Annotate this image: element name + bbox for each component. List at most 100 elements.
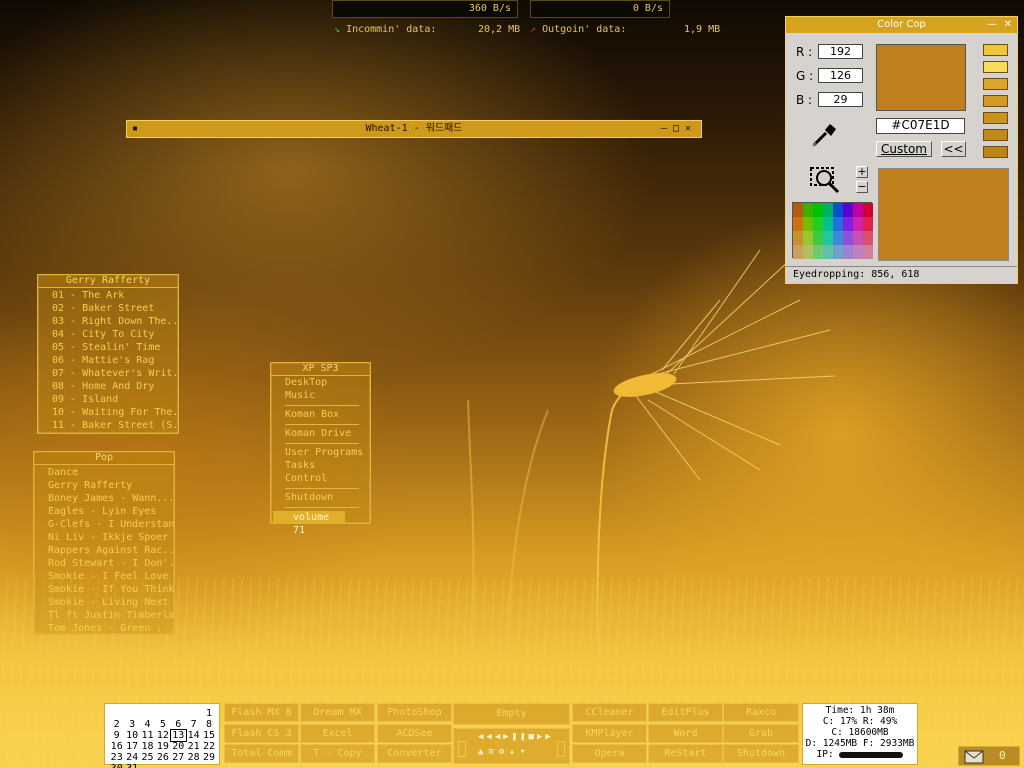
calendar-day[interactable]: 22 [201, 741, 216, 752]
eject-icon[interactable]: ▲ [478, 747, 488, 757]
playlist-entry[interactable]: Rappers Against Rac... [34, 544, 174, 557]
menu-item-koman-drive[interactable]: Koman Drive [271, 427, 370, 440]
calendar-day[interactable]: 1 [201, 708, 216, 719]
menu-item-koman-box[interactable]: Koman Box [271, 408, 370, 421]
volume-down-icon[interactable]: ▾ [520, 747, 530, 757]
palette-cell[interactable] [863, 245, 873, 259]
red-field[interactable]: 192 [818, 44, 863, 59]
calendar-day[interactable]: 30 [109, 763, 124, 768]
calendar-day[interactable]: 28 [186, 752, 201, 763]
playlist-track[interactable]: 05 - Stealin' Time [38, 341, 178, 354]
launcher-button[interactable]: Word [648, 723, 723, 743]
calendar-day[interactable] [186, 763, 201, 768]
palette-cell[interactable] [843, 231, 853, 245]
palette-cell[interactable] [833, 231, 843, 245]
palette-cell[interactable] [813, 245, 823, 259]
calendar-day[interactable] [201, 763, 216, 768]
launcher-button[interactable]: Opera [572, 744, 647, 763]
calendar-day[interactable]: 6 [171, 719, 186, 730]
palette-cell[interactable] [843, 203, 853, 217]
calendar-day[interactable]: 21 [186, 741, 201, 752]
playlist-icon[interactable]: ≡ [488, 747, 498, 757]
launcher-button[interactable]: KMPlayer [572, 723, 647, 743]
calendar-day[interactable] [140, 763, 155, 768]
palette-cell[interactable] [843, 217, 853, 231]
calendar-day[interactable]: 18 [140, 741, 155, 752]
palette-cell[interactable] [793, 245, 803, 259]
playlist-entry[interactable]: Dance [34, 466, 174, 479]
launcher-button[interactable]: Dream MX [300, 703, 375, 722]
calendar-day[interactable]: 3 [124, 719, 139, 730]
calendar-day[interactable]: 8 [201, 719, 216, 730]
palette-cell[interactable] [853, 231, 863, 245]
palette-cell[interactable] [813, 203, 823, 217]
maximize-icon[interactable]: □ [673, 123, 685, 134]
playlist-entry[interactable]: Tom Jones - Green ... [34, 622, 174, 635]
calendar-day[interactable] [171, 708, 186, 719]
calendar-day[interactable]: 2 [109, 719, 124, 730]
history-swatch[interactable] [983, 44, 1008, 56]
launcher-button[interactable]: Shutdown [723, 744, 799, 763]
playlist-track[interactable]: 01 - The Ark [38, 289, 178, 302]
palette-cell[interactable] [803, 203, 813, 217]
pause-icon[interactable]: ❚❚ [512, 732, 529, 742]
calendar-day[interactable] [124, 708, 139, 719]
playlist-entry[interactable]: Gerry Rafferty [34, 479, 174, 492]
playlist-entry[interactable]: Smokie - If You Think... [34, 583, 174, 596]
playlist-entry[interactable]: Ni Liv - Ikkje Spoer [34, 531, 174, 544]
palette-cell[interactable] [793, 231, 803, 245]
settings-icon[interactable]: ⚙ [499, 747, 509, 757]
rewind-icon[interactable]: ◀◀ [478, 732, 495, 742]
menu-item-control[interactable]: Control [271, 472, 370, 485]
menu-item-tasks[interactable]: Tasks [271, 459, 370, 472]
calendar-day[interactable]: 23 [109, 752, 124, 763]
calendar-day[interactable]: 29 [201, 752, 216, 763]
playlist-track[interactable]: 03 - Right Down The... [38, 315, 178, 328]
palette-cell[interactable] [793, 217, 803, 231]
expand-button[interactable]: << [941, 141, 966, 157]
volume-handle-left[interactable] [458, 741, 466, 757]
history-swatch[interactable] [983, 129, 1008, 141]
calendar-day[interactable]: 14 [186, 730, 201, 741]
palette-cell[interactable] [843, 245, 853, 259]
calendar-day[interactable] [155, 763, 170, 768]
calendar-day[interactable]: 5 [155, 719, 170, 730]
hex-field[interactable]: #C07E1D [876, 118, 965, 134]
launcher-button[interactable]: Excel [300, 723, 375, 743]
palette-cell[interactable] [813, 217, 823, 231]
calendar-day[interactable] [140, 708, 155, 719]
next-icon[interactable]: ▶ [503, 732, 511, 742]
palette-cell[interactable] [823, 203, 833, 217]
minimize-icon[interactable]: — [987, 17, 997, 32]
calendar-day[interactable]: 9 [109, 730, 124, 741]
launcher-button[interactable]: Grab [723, 723, 799, 743]
palette-cell[interactable] [853, 245, 863, 259]
wordpad-window-bar[interactable]: ▪ Wheat-1 - 워드패드 —□✕ [126, 120, 702, 138]
menu-item-desktop[interactable]: DeskTop [271, 376, 370, 389]
minimize-icon[interactable]: — [661, 123, 673, 134]
color-palette[interactable] [792, 202, 873, 259]
playlist-entry[interactable]: Smokie - I Feel Love [34, 570, 174, 583]
close-icon[interactable]: ✕ [685, 123, 697, 134]
palette-cell[interactable] [793, 203, 803, 217]
palette-cell[interactable] [863, 203, 873, 217]
launcher-button[interactable]: Total Comm [224, 744, 299, 763]
palette-cell[interactable] [803, 217, 813, 231]
launcher-button[interactable]: PhotoShop [377, 703, 452, 722]
playlist-track[interactable]: 04 - City To City [38, 328, 178, 341]
calendar-day[interactable]: 15 [201, 730, 216, 741]
volume-handle-right[interactable] [557, 741, 565, 757]
palette-cell[interactable] [803, 231, 813, 245]
history-swatch[interactable] [983, 78, 1008, 90]
calendar-day[interactable]: 24 [124, 752, 139, 763]
calendar-day[interactable]: 16 [109, 741, 124, 752]
calendar-day[interactable] [109, 708, 124, 719]
calendar-day[interactable]: 20 [171, 741, 186, 752]
calendar-day[interactable]: 4 [140, 719, 155, 730]
playlist-entry[interactable]: Smokie - Living Next ... [34, 596, 174, 609]
calendar-day[interactable]: 19 [155, 741, 170, 752]
menu-item-music[interactable]: Music [271, 389, 370, 402]
playlist-track[interactable]: 06 - Mattie's Rag [38, 354, 178, 367]
prev-icon[interactable]: ◀ [495, 732, 503, 742]
close-icon[interactable]: ✕ [1004, 17, 1012, 32]
